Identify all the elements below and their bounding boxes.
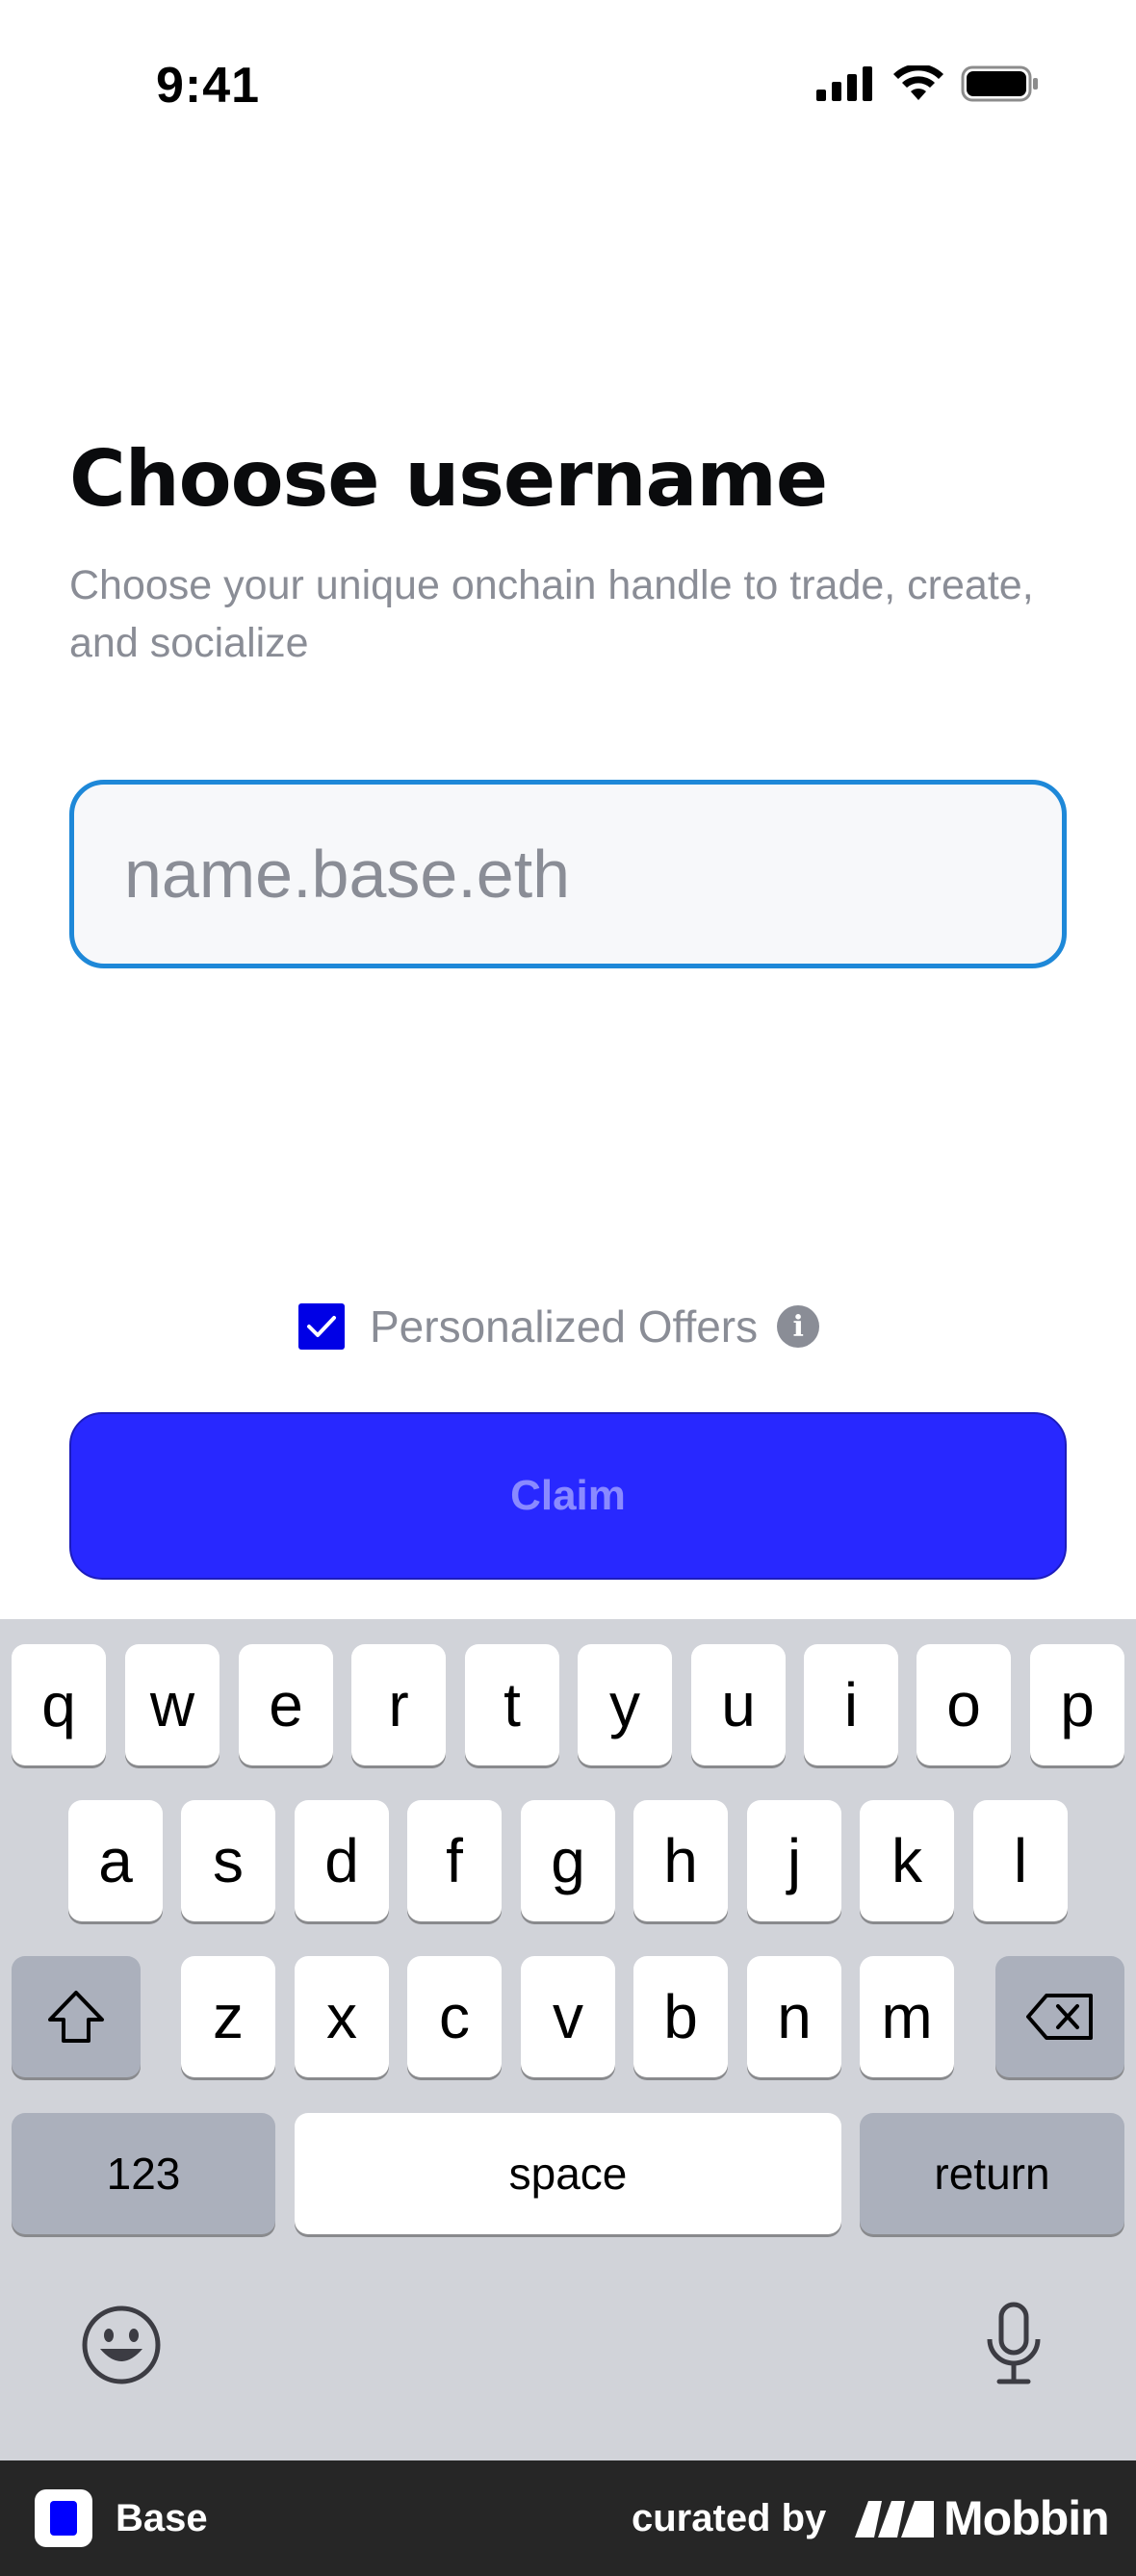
key-l[interactable]: l (973, 1800, 1068, 1921)
key-p[interactable]: p (1030, 1644, 1124, 1765)
app-name: Base (116, 2497, 208, 2539)
battery-icon (961, 65, 1038, 102)
wifi-icon (893, 65, 943, 100)
numbers-key[interactable]: 123 (12, 2113, 275, 2234)
claim-button[interactable]: Claim (69, 1412, 1067, 1580)
key-j[interactable]: j (747, 1800, 841, 1921)
key-f[interactable]: f (407, 1800, 502, 1921)
key-e[interactable]: e (239, 1644, 333, 1765)
microphone-icon (987, 2302, 1041, 2384)
key-v[interactable]: v (521, 1956, 615, 2077)
personalized-offers-checkbox[interactable] (298, 1303, 345, 1350)
key-x[interactable]: x (295, 1956, 389, 2077)
backspace-icon (1026, 1994, 1093, 2040)
status-icons (816, 60, 1040, 108)
mobbin-brand: Mobbin (943, 2491, 1110, 2545)
mobbin-logo-icon (855, 2501, 934, 2537)
key-y[interactable]: y (578, 1644, 672, 1765)
curated-by-label: curated by (632, 2497, 827, 2539)
emoji-icon (82, 2306, 161, 2384)
key-d[interactable]: d (295, 1800, 389, 1921)
backspace-key[interactable] (995, 1956, 1124, 2077)
key-o[interactable]: o (917, 1644, 1011, 1765)
key-q[interactable]: q (12, 1644, 106, 1765)
status-time: 9:41 (156, 58, 261, 114)
page-subtitle: Choose your unique onchain handle to tra… (69, 562, 1034, 666)
base-app-icon (35, 2489, 92, 2547)
key-h[interactable]: h (633, 1800, 728, 1921)
personalized-offers-row: Personalized Offers i (298, 1298, 820, 1355)
key-t[interactable]: t (465, 1644, 559, 1765)
key-u[interactable]: u (691, 1644, 786, 1765)
personalized-offers-label: Personalized Offers (370, 1301, 759, 1352)
space-key[interactable]: space (295, 2113, 841, 2234)
info-icon[interactable]: i (777, 1305, 820, 1348)
shift-icon (48, 1991, 104, 2043)
key-n[interactable]: n (747, 1956, 841, 2077)
dictation-key[interactable] (984, 2301, 1044, 2392)
key-w[interactable]: w (125, 1644, 219, 1765)
page-title: Choose username (69, 434, 828, 524)
key-s[interactable]: s (181, 1800, 275, 1921)
key-b[interactable]: b (633, 1956, 728, 2077)
keyboard: q w e r t y u i o p a s d f g h j k l z … (0, 1619, 1136, 2460)
key-m[interactable]: m (860, 1956, 954, 2077)
return-key[interactable]: return (860, 2113, 1124, 2234)
checkmark-icon (307, 1316, 336, 1337)
key-z[interactable]: z (181, 1956, 275, 2077)
key-c[interactable]: c (407, 1956, 502, 2077)
key-i[interactable]: i (804, 1644, 898, 1765)
footer-bar: Base curated by Mobbin (0, 2460, 1136, 2576)
key-g[interactable]: g (521, 1800, 615, 1921)
key-r[interactable]: r (351, 1644, 446, 1765)
cellular-signal-icon (816, 66, 872, 101)
key-a[interactable]: a (68, 1800, 163, 1921)
shift-key[interactable] (12, 1956, 141, 2077)
emoji-key[interactable] (81, 2305, 162, 2390)
key-k[interactable]: k (860, 1800, 954, 1921)
username-input[interactable] (69, 780, 1067, 968)
